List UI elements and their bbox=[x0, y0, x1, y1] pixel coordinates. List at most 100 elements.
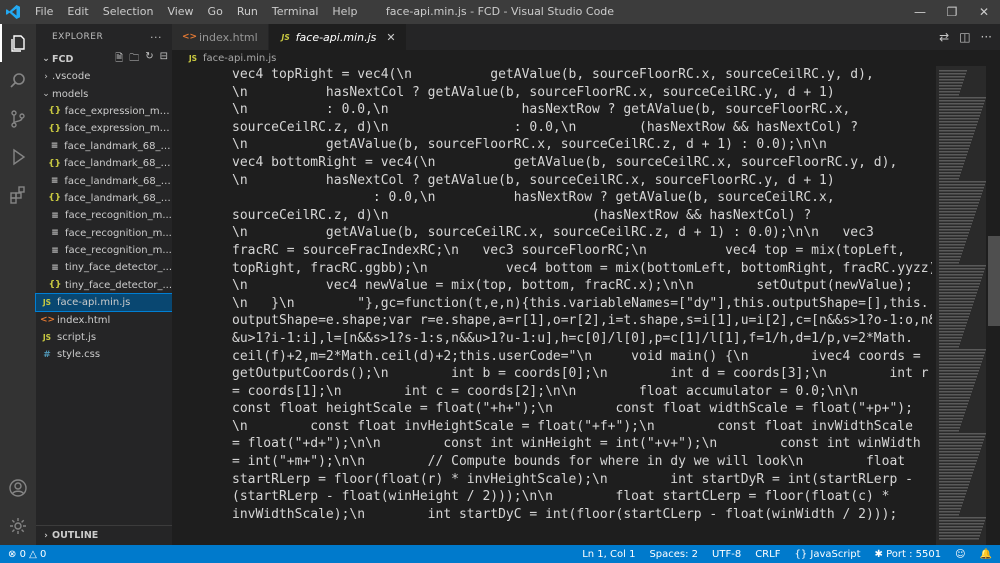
minimap-line bbox=[939, 370, 979, 372]
tree-item[interactable]: ≡ face_recognition_m... bbox=[36, 225, 172, 242]
cursor-position[interactable]: Ln 1, Col 1 bbox=[582, 549, 635, 560]
minimap-line bbox=[939, 412, 965, 414]
new-folder-icon[interactable]: 🗀 bbox=[129, 51, 139, 68]
minimap-line bbox=[939, 499, 964, 501]
minimap-line bbox=[939, 292, 977, 294]
minimap-line bbox=[939, 355, 984, 357]
encoding[interactable]: UTF-8 bbox=[712, 549, 741, 560]
run-debug-icon[interactable] bbox=[0, 138, 36, 176]
tree-item[interactable]: # style.css bbox=[36, 346, 172, 363]
code-editor[interactable]: vec4 topRight = vec4(\n getAValue(b, sou… bbox=[232, 66, 932, 545]
vertical-scrollbar[interactable] bbox=[988, 66, 1000, 545]
search-icon[interactable] bbox=[0, 62, 36, 100]
minimap-line bbox=[939, 106, 983, 108]
tree-item[interactable]: ≡ face_landmark_68_m... bbox=[36, 138, 172, 155]
minimap-line bbox=[939, 187, 984, 189]
menu-file[interactable]: File bbox=[28, 0, 60, 24]
live-server-port[interactable]: ✱ Port : 5501 bbox=[875, 549, 942, 560]
feedback-icon[interactable]: ☺ bbox=[955, 549, 965, 560]
extensions-icon[interactable] bbox=[0, 176, 36, 214]
menu-go[interactable]: Go bbox=[201, 0, 230, 24]
tab-label: face-api.min.js bbox=[295, 30, 377, 44]
minimap-line bbox=[939, 427, 960, 429]
code-line: invWidthScale);\n int startDyC = int(flo… bbox=[232, 506, 898, 522]
minimap-line bbox=[939, 421, 962, 423]
collapse-all-icon[interactable]: ⊟ bbox=[160, 51, 168, 68]
minimap-line bbox=[939, 166, 963, 168]
tree-item[interactable]: {} tiny_face_detector_... bbox=[36, 277, 172, 294]
source-control-icon[interactable] bbox=[0, 100, 36, 138]
compare-icon[interactable]: ⇄ bbox=[939, 30, 949, 44]
minimap-line bbox=[939, 472, 973, 474]
tree-item[interactable]: ≡ face_recognition_m... bbox=[36, 207, 172, 224]
tab-index-html[interactable]: <> index.html bbox=[172, 24, 269, 50]
minimap-line bbox=[939, 529, 982, 531]
outline-section-header[interactable]: › OUTLINE bbox=[36, 525, 172, 545]
error-count: 0 bbox=[19, 548, 26, 560]
minimap-line bbox=[939, 424, 961, 426]
explorer-icon[interactable] bbox=[0, 24, 36, 62]
tree-item-label: index.html bbox=[57, 314, 111, 326]
tree-item[interactable]: ⌄ models bbox=[36, 85, 172, 102]
minimap-line bbox=[939, 310, 971, 312]
account-icon[interactable] bbox=[0, 469, 36, 507]
tree-item[interactable]: <> index.html bbox=[36, 311, 172, 328]
minimap-line bbox=[939, 226, 971, 228]
code-line: = float("+d+");\n\n const int winHeight … bbox=[232, 436, 921, 452]
close-window-icon[interactable]: ✕ bbox=[968, 0, 1000, 24]
tree-item[interactable]: ≡ face_recognition_m... bbox=[36, 242, 172, 259]
minimap-line bbox=[939, 526, 983, 528]
refresh-icon[interactable]: ↻ bbox=[145, 51, 153, 68]
minimap-line bbox=[939, 163, 964, 165]
menu-edit[interactable]: Edit bbox=[60, 0, 95, 24]
workspace-folder-header[interactable]: ⌄ FCD 🗎 🗀 ↻ ⊟ bbox=[36, 50, 172, 68]
tree-item[interactable]: ≡ tiny_face_detector_... bbox=[36, 259, 172, 276]
tree-item[interactable]: {} face_landmark_68_ti... bbox=[36, 190, 172, 207]
tree-item-label: face_landmark_68_ti... bbox=[64, 192, 172, 204]
end-of-line[interactable]: CRLF bbox=[755, 549, 780, 560]
scrollbar-thumb[interactable] bbox=[988, 236, 1000, 326]
close-tab-icon[interactable]: ✕ bbox=[386, 31, 395, 44]
restore-icon[interactable]: ❐ bbox=[936, 0, 968, 24]
tree-item[interactable]: ≡ face_landmark_68_ti... bbox=[36, 172, 172, 189]
minimap-line bbox=[939, 340, 961, 342]
language-label: JavaScript bbox=[810, 548, 861, 560]
broadcast-icon: ✱ bbox=[874, 548, 883, 560]
menu-terminal[interactable]: Terminal bbox=[265, 0, 326, 24]
menu-help[interactable]: Help bbox=[325, 0, 364, 24]
settings-gear-icon[interactable] bbox=[0, 507, 36, 545]
breadcrumb[interactable]: JS face-api.min.js bbox=[172, 50, 1000, 66]
menu-run[interactable]: Run bbox=[230, 0, 265, 24]
minimap-line bbox=[939, 505, 962, 507]
code-line: fracRC = sourceFracIndexRC;\n vec3 sourc… bbox=[232, 242, 906, 258]
split-editor-icon[interactable]: ◫ bbox=[959, 30, 970, 44]
tree-item[interactable]: {} face_landmark_68_m... bbox=[36, 155, 172, 172]
activity-bar bbox=[0, 24, 36, 545]
minimap-line bbox=[939, 286, 979, 288]
code-line: (startRLerp - float(winHeight / 2)));\n\… bbox=[232, 489, 890, 505]
minimap-line bbox=[939, 376, 977, 378]
tree-item[interactable]: JS script.js bbox=[36, 329, 172, 346]
minimap-line bbox=[939, 373, 978, 375]
minimap-line bbox=[939, 397, 970, 399]
notifications-bell-icon[interactable]: 🔔 bbox=[980, 549, 992, 560]
more-actions-icon[interactable]: ··· bbox=[150, 31, 162, 44]
minimap-line bbox=[939, 256, 961, 258]
menu-view[interactable]: View bbox=[160, 0, 200, 24]
language-mode[interactable]: {} JavaScript bbox=[794, 549, 860, 560]
more-actions-icon[interactable]: ··· bbox=[981, 30, 992, 44]
tree-item[interactable]: {} face_expression_mo... bbox=[36, 103, 172, 120]
minimap-line bbox=[939, 391, 972, 393]
problems-indicator[interactable]: ⊗ 0 △ 0 bbox=[8, 549, 46, 560]
minimap[interactable] bbox=[936, 66, 986, 545]
minimize-icon[interactable]: — bbox=[904, 0, 936, 24]
tree-item[interactable]: JS face-api.min.js bbox=[35, 293, 173, 313]
new-file-icon[interactable]: 🗎 bbox=[115, 51, 123, 68]
tree-item[interactable]: {} face_expression_mo... bbox=[36, 120, 172, 137]
menu-selection[interactable]: Selection bbox=[96, 0, 161, 24]
tab-face-api-min-js[interactable]: JS face-api.min.js ✕ bbox=[268, 24, 407, 50]
indentation[interactable]: Spaces: 2 bbox=[649, 549, 698, 560]
vscode-logo-icon[interactable] bbox=[0, 0, 26, 24]
tree-item[interactable]: › .vscode bbox=[36, 68, 172, 85]
minimap-line bbox=[939, 280, 981, 282]
